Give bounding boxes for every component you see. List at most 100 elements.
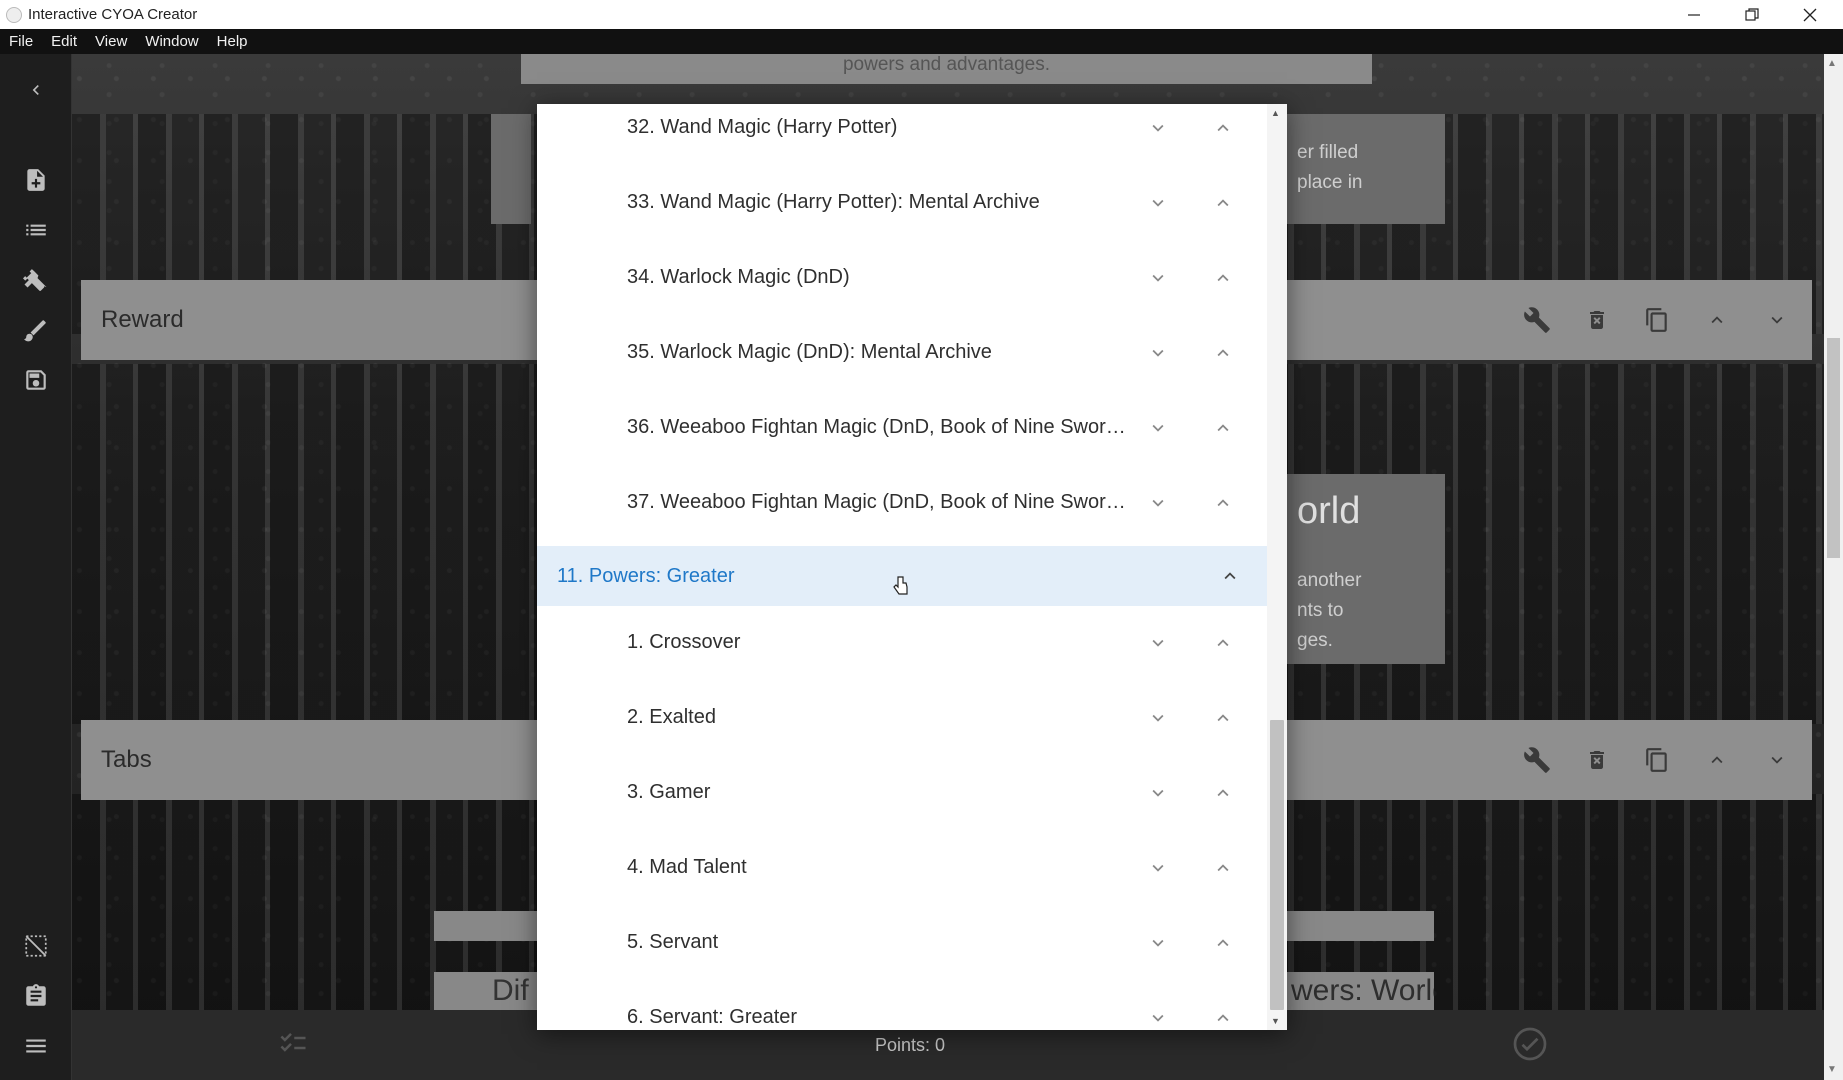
close-button[interactable]: [1781, 0, 1839, 29]
row-move-down-button[interactable]: [1762, 745, 1792, 775]
row-settings-button[interactable]: [1522, 305, 1552, 335]
row-copy-button[interactable]: [1642, 745, 1672, 775]
minimize-button[interactable]: [1665, 0, 1723, 29]
move-up-button[interactable]: [1212, 1007, 1234, 1029]
choice-title: orld: [1297, 490, 1361, 532]
list-item[interactable]: 2. Exalted: [537, 680, 1267, 755]
list-item[interactable]: 37. Weeaboo Fightan Magic (DnD, Book of …: [537, 465, 1267, 540]
sidebar-new-document[interactable]: [18, 162, 54, 198]
chevron-up-icon: [1217, 498, 1229, 506]
collapse-sidebar-button[interactable]: [18, 72, 54, 108]
chevron-down-icon: [1152, 199, 1164, 207]
list-item[interactable]: 32. Wand Magic (Harry Potter): [537, 104, 1267, 165]
menu-file[interactable]: File: [0, 33, 42, 50]
item-label: 34. Warlock Magic (DnD): [627, 266, 850, 288]
row-delete-button[interactable]: [1582, 745, 1612, 775]
menu-edit[interactable]: Edit: [42, 33, 86, 50]
move-down-button[interactable]: [1147, 267, 1169, 289]
check-button[interactable]: [1512, 1026, 1548, 1067]
choice-card[interactable]: [491, 114, 531, 224]
list-item[interactable]: 33. Wand Magic (Harry Potter): Mental Ar…: [537, 165, 1267, 240]
page-scrollbar-thumb[interactable]: [1827, 338, 1840, 558]
menu-view[interactable]: View: [86, 33, 136, 50]
chevron-left-icon: [32, 85, 39, 95]
move-up-button[interactable]: [1212, 857, 1234, 879]
move-down-button[interactable]: [1147, 492, 1169, 514]
move-down-button[interactable]: [1147, 632, 1169, 654]
sidebar-menu[interactable]: [18, 1028, 54, 1064]
page-scrollbar[interactable]: [1824, 54, 1843, 1080]
section-label: 11. Powers: Greater: [557, 564, 735, 587]
list-item[interactable]: 35. Warlock Magic (DnD): Mental Archive: [537, 315, 1267, 390]
choice-card-text[interactable]: er filled place in: [1287, 114, 1445, 224]
scroll-down-arrow-icon[interactable]: ▼: [1271, 1016, 1280, 1026]
list-item[interactable]: 4. Mad Talent: [537, 830, 1267, 905]
move-down-button[interactable]: [1147, 417, 1169, 439]
chevron-up-icon: [1224, 572, 1236, 580]
sidebar-rows-list[interactable]: [18, 212, 54, 248]
row-move-down-button[interactable]: [1762, 305, 1792, 335]
move-down-button[interactable]: [1147, 1007, 1169, 1029]
move-down-button[interactable]: [1147, 782, 1169, 804]
new-document-icon: [27, 169, 45, 191]
list-item[interactable]: 3. Gamer: [537, 755, 1267, 830]
row-reorder-dialog: 32. Wand Magic (Harry Potter) 33. Wand Ma…: [537, 104, 1287, 1030]
sidebar-save[interactable]: [18, 362, 54, 398]
sidebar-tools[interactable]: [18, 262, 54, 298]
sidebar-clipboard[interactable]: [18, 978, 54, 1014]
move-up-button[interactable]: [1212, 632, 1234, 654]
move-down-button[interactable]: [1147, 932, 1169, 954]
move-up-button[interactable]: [1212, 117, 1234, 139]
restore-button[interactable]: [1723, 0, 1781, 29]
row-move-up-button[interactable]: [1702, 305, 1732, 335]
item-label: 36. Weeaboo Fightan Magic (DnD, Book of …: [627, 416, 1127, 438]
list-item[interactable]: 6. Servant: Greater: [537, 980, 1267, 1030]
collapse-section-button[interactable]: [1219, 565, 1241, 587]
scroll-down-arrow-icon[interactable]: ▼: [1827, 1064, 1837, 1075]
move-down-button[interactable]: [1147, 707, 1169, 729]
move-up-button[interactable]: [1212, 492, 1234, 514]
chevron-up-icon: [1217, 198, 1229, 206]
item-label: 1. Crossover: [627, 631, 741, 653]
choice-card[interactable]: orld another nts to ges.: [1287, 474, 1445, 664]
sidebar-design[interactable]: [18, 312, 54, 348]
hide-image-icon: [25, 935, 47, 957]
row-delete-button[interactable]: [1582, 305, 1612, 335]
item-label: 32. Wand Magic (Harry Potter): [627, 116, 898, 138]
item-label: 6. Servant: Greater: [627, 1006, 798, 1028]
move-down-button[interactable]: [1147, 857, 1169, 879]
tab-item[interactable]: wers: World: [1287, 972, 1434, 1012]
list-item[interactable]: 5. Servant: [537, 905, 1267, 980]
list-item[interactable]: 34. Warlock Magic (DnD): [537, 240, 1267, 315]
move-up-button[interactable]: [1212, 267, 1234, 289]
row-move-up-button[interactable]: [1702, 745, 1732, 775]
list-item[interactable]: 1. Crossover: [537, 605, 1267, 680]
chevron-up-icon: [1217, 638, 1229, 646]
move-up-button[interactable]: [1212, 192, 1234, 214]
scroll-up-arrow-icon[interactable]: ▲: [1271, 108, 1280, 118]
choices-list-button[interactable]: [276, 1028, 310, 1063]
move-up-button[interactable]: [1212, 417, 1234, 439]
scroll-up-arrow-icon[interactable]: ▲: [1827, 58, 1837, 69]
menu-window[interactable]: Window: [136, 33, 207, 50]
chevron-down-icon: [1152, 639, 1164, 647]
move-up-button[interactable]: [1212, 707, 1234, 729]
menu-bar: File Edit View Window Help: [0, 29, 1843, 54]
move-down-button[interactable]: [1147, 342, 1169, 364]
sidebar: [0, 54, 72, 1080]
move-down-button[interactable]: [1147, 192, 1169, 214]
row-settings-button[interactable]: [1522, 745, 1552, 775]
tab-item[interactable]: Dif: [434, 972, 544, 1012]
sidebar-hide-image[interactable]: [18, 928, 54, 964]
menu-help[interactable]: Help: [208, 33, 257, 50]
move-down-button[interactable]: [1147, 117, 1169, 139]
chevron-up-icon: [1711, 316, 1723, 324]
move-up-button[interactable]: [1212, 342, 1234, 364]
tools-icon: [23, 269, 47, 291]
list-item[interactable]: 36. Weeaboo Fightan Magic (DnD, Book of …: [537, 390, 1267, 465]
row-copy-button[interactable]: [1642, 305, 1672, 335]
move-up-button[interactable]: [1212, 932, 1234, 954]
dialog-scrollbar-thumb[interactable]: [1270, 720, 1284, 1010]
chevron-up-icon: [1217, 863, 1229, 871]
move-up-button[interactable]: [1212, 782, 1234, 804]
